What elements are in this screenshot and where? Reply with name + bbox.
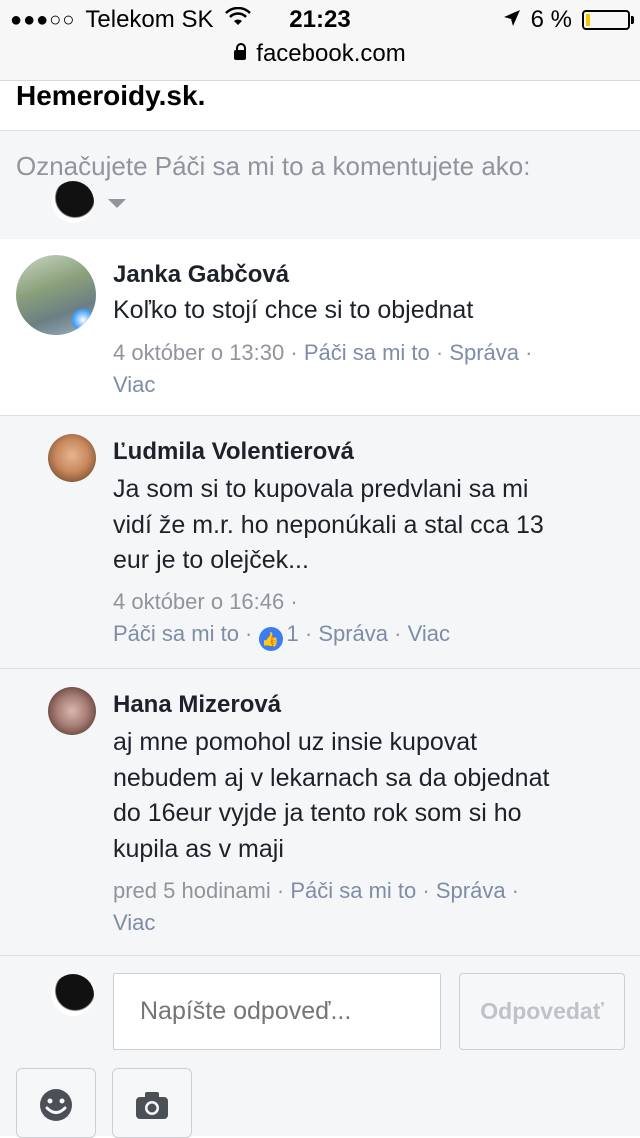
avatar [52, 974, 94, 1016]
comment-text: Ja som si to kupovala predvlani sa mi vi… [113, 472, 623, 579]
avatar[interactable] [16, 255, 96, 335]
comment-text-line: vidí že m.r. ho neponúkali a stal cca 13 [113, 510, 544, 539]
location-arrow-icon [503, 6, 521, 34]
comment-time[interactable]: pred 5 hodinami [113, 878, 271, 903]
reply-link[interactable]: Správa [449, 340, 519, 365]
comment-meta: 4 október o 13:30 · Páči sa mi to · Sprá… [113, 340, 533, 397]
comment-text: Koľko to stojí chce si to objednat [113, 296, 474, 324]
online-badge-icon [72, 309, 94, 331]
comment-text-line: do 16eur vyjde ja tento rok som si ho [113, 799, 522, 827]
reply-submit-button[interactable]: Odpovedať [459, 973, 625, 1050]
comment-time[interactable]: 4 október o 16:46 [113, 589, 284, 614]
avatar[interactable] [48, 687, 96, 735]
like-link[interactable]: Páči sa mi to [113, 621, 239, 646]
address-bar[interactable]: facebook.com [0, 40, 640, 68]
avatar[interactable] [48, 434, 96, 482]
lock-icon [234, 43, 247, 60]
battery-level [586, 14, 590, 26]
browser-status-bar: ●●●○○ Telekom SK 21:23 6 % facebook.com [0, 0, 640, 81]
reply-link[interactable]: Správa [436, 878, 506, 903]
like-link[interactable]: Páči sa mi to [290, 878, 416, 903]
reaction-count[interactable]: 1 [287, 621, 299, 646]
reply-link[interactable]: Správa [318, 621, 388, 646]
camera-icon [136, 1092, 168, 1119]
more-link[interactable]: Viac [113, 372, 155, 397]
comment-text-line: Ja som si to kupovala predvlani sa mi [113, 475, 529, 503]
battery-icon [582, 10, 634, 30]
comment-time[interactable]: 4 október o 13:30 [113, 340, 284, 365]
comment-author[interactable]: Ľudmila Volentierová [113, 438, 354, 466]
comment-text-line: nebudem aj v lekarnach sa da objednat [113, 763, 550, 792]
reply-composer: Odpovedať [0, 956, 640, 1138]
comment-meta: 4 október o 16:46 · Páči sa mi to · 👍 1 ·… [113, 586, 623, 651]
reply-item: Ľudmila Volentierová Ja som si to kupova… [0, 416, 640, 669]
url-text: facebook.com [256, 40, 406, 67]
comment-author[interactable]: Janka Gabčová [113, 261, 289, 289]
comment-text-line: eur je to olejček... [113, 546, 309, 574]
comment-item: Janka Gabčová Koľko to stojí chce si to … [0, 239, 640, 416]
comment-text-line: kupila as v maji [113, 834, 284, 863]
comment-author[interactable]: Hana Mizerová [113, 691, 281, 719]
smiley-icon [40, 1089, 72, 1121]
comment-meta: pred 5 hodinami · Páči sa mi to · Správa… [113, 878, 520, 935]
like-link[interactable]: Páči sa mi to [304, 340, 430, 365]
acting-as-label: Označujete Páči sa mi to a komentujete a… [16, 151, 531, 181]
comment-text-line: aj mne pomohol uz insie kupovat [113, 728, 478, 756]
page-title: Hemeroidy.sk. [16, 80, 206, 111]
more-link[interactable]: Viac [113, 910, 155, 935]
reply-input[interactable] [113, 973, 441, 1050]
battery-percent: 6 % [530, 6, 572, 33]
acting-as-section: Označujete Páči sa mi to a komentujete a… [0, 130, 640, 240]
camera-button[interactable] [112, 1068, 192, 1138]
thumbs-up-icon: 👍 [258, 627, 283, 651]
acting-as-avatar[interactable] [52, 181, 94, 223]
emoji-button[interactable] [16, 1068, 96, 1138]
more-link[interactable]: Viac [408, 621, 450, 646]
comment-text: aj mne pomohol uz insie kupovat nebudem … [113, 725, 623, 867]
chevron-down-icon[interactable] [108, 199, 126, 208]
reply-item: Hana Mizerová aj mne pomohol uz insie ku… [0, 669, 640, 956]
